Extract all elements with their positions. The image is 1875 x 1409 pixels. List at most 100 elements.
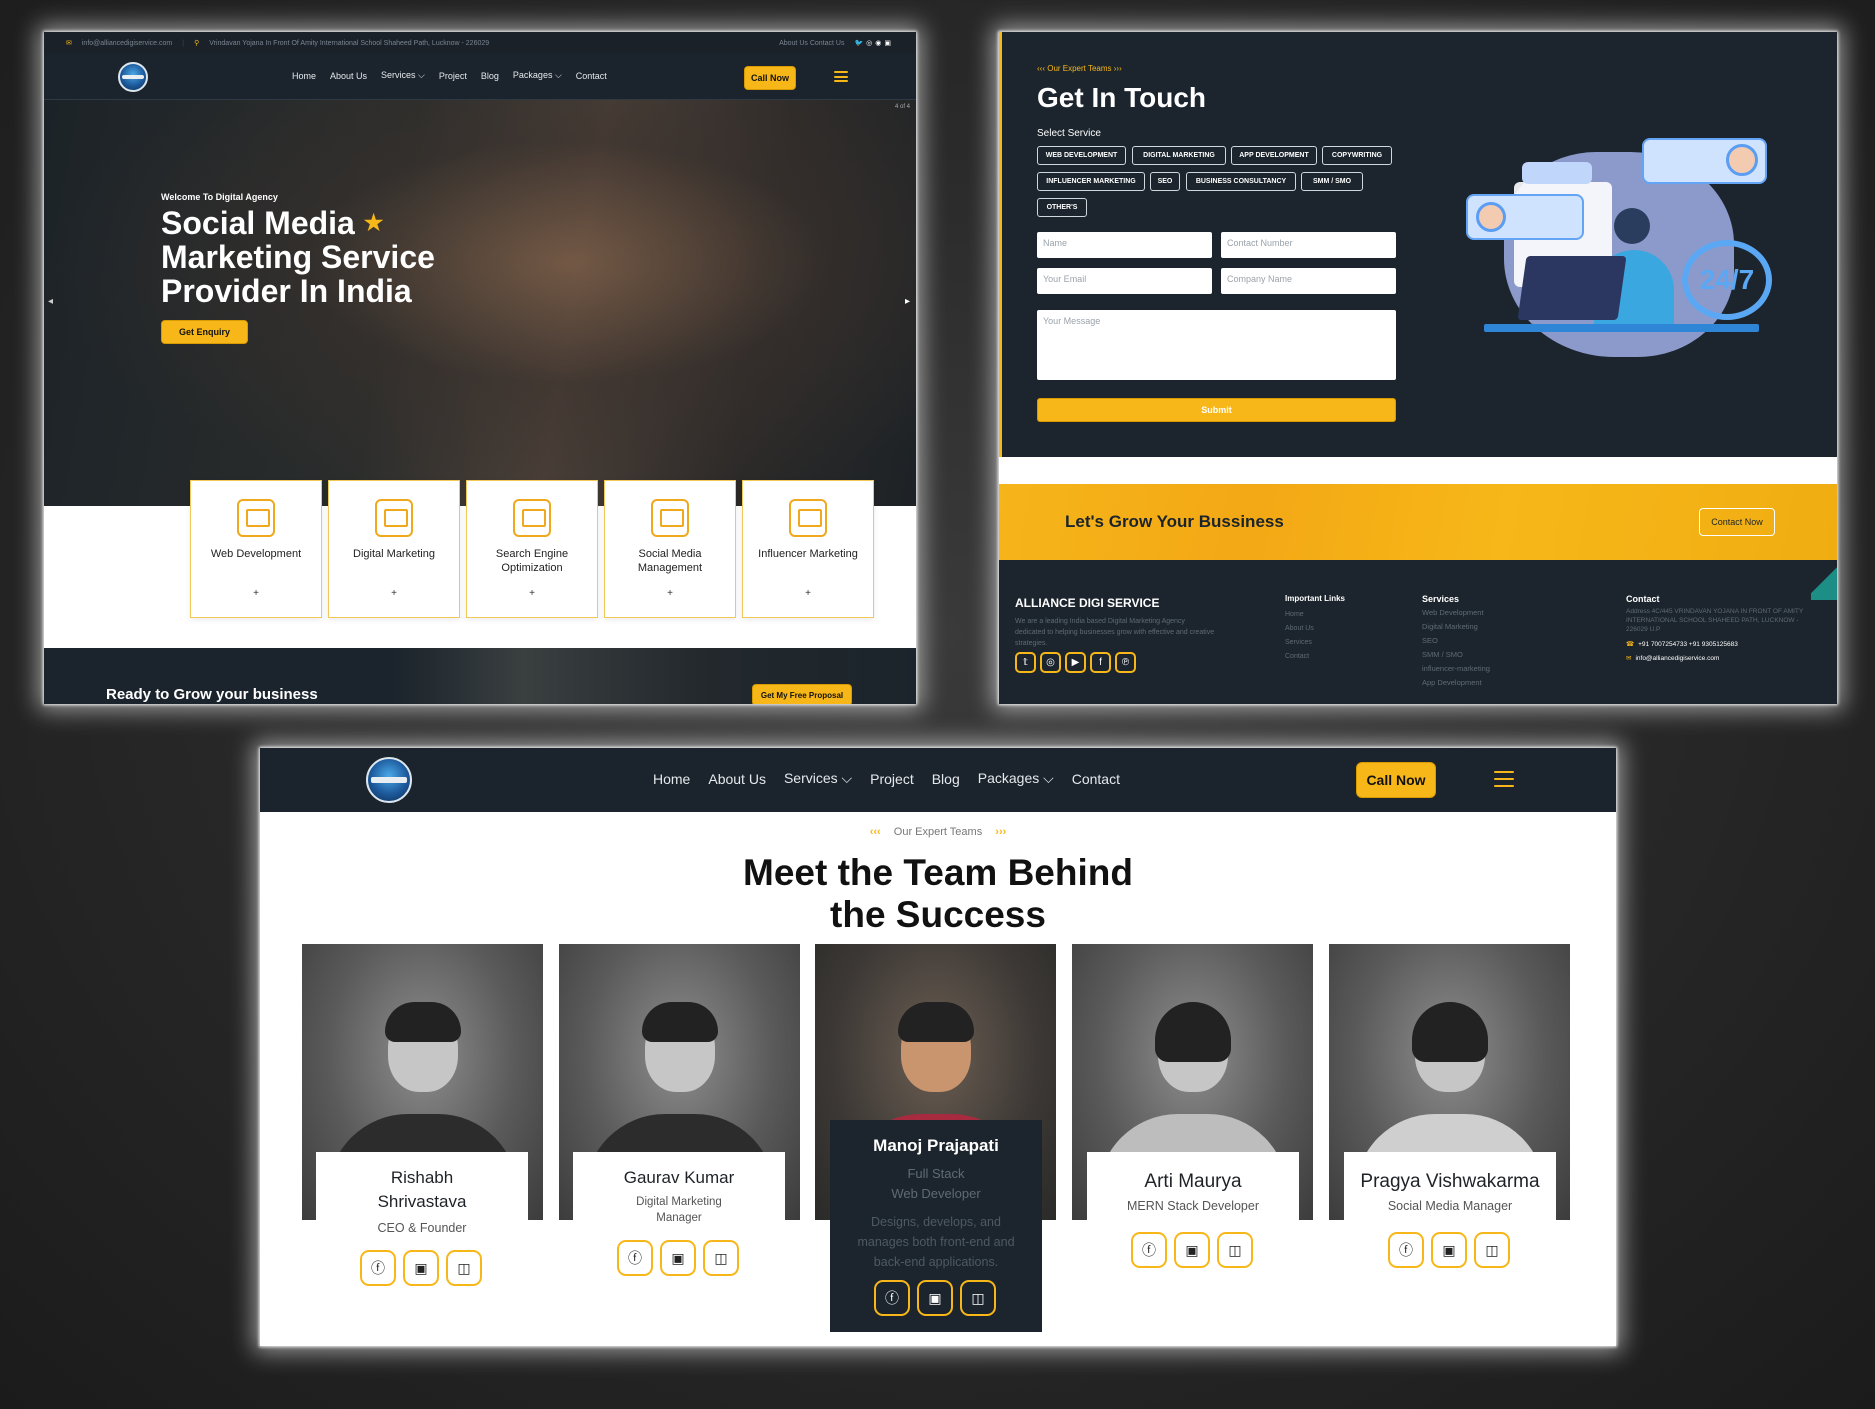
nav-blog[interactable]: Blog — [481, 71, 499, 81]
topbar-email[interactable]: info@alliancedigiservice.com — [82, 40, 172, 47]
slider-prev-arrow-icon[interactable]: ◂ — [48, 296, 53, 307]
ready-banner: Ready to Grow your business Get My Free … — [44, 648, 916, 704]
nav-about[interactable]: About Us — [708, 771, 766, 787]
service-card-social[interactable]: Social Media Management + — [604, 480, 736, 618]
footer-link-home[interactable]: Home — [1285, 608, 1314, 622]
contact-number-field[interactable]: Contact Number — [1221, 232, 1396, 258]
topbar-links[interactable]: About Us Contact Us — [779, 40, 844, 47]
footer-service-link[interactable]: Web Development — [1422, 606, 1490, 620]
main-navbar: Home About Us Services ⌵ Project Blog Pa… — [44, 54, 916, 100]
plus-icon[interactable]: + — [667, 588, 673, 599]
submit-button[interactable]: Submit — [1037, 398, 1396, 422]
ready-text: Ready to Grow your business — [106, 686, 318, 703]
service-card-digital[interactable]: Digital Marketing + — [328, 480, 460, 618]
service-title: Web Development — [210, 548, 302, 560]
chip-seo[interactable]: SEO — [1150, 172, 1180, 191]
social-row: ⓕ ▣ ◫ — [1131, 1232, 1253, 1268]
nav-services[interactable]: Services ⌵ — [784, 770, 852, 787]
nav-about[interactable]: About Us — [330, 71, 367, 81]
footer-link-contact[interactable]: Contact — [1285, 650, 1314, 664]
slider-next-arrow-icon[interactable]: ▸ — [905, 296, 910, 307]
footer-service-link[interactable]: Digital Marketing — [1422, 620, 1490, 634]
plus-icon[interactable]: + — [391, 588, 397, 599]
footer-link-services[interactable]: Services — [1285, 636, 1314, 650]
topbar-social-icons[interactable]: 🐦◎◉▣ — [854, 39, 894, 47]
free-proposal-button[interactable]: Get My Free Proposal — [752, 684, 852, 704]
service-card-influencer[interactable]: Influencer Marketing + — [742, 480, 874, 618]
member-role: Full Stack — [907, 1166, 965, 1181]
nav-home[interactable]: Home — [292, 71, 316, 81]
phone-icon: ☎ — [1626, 641, 1635, 648]
facebook-icon[interactable]: ⓕ — [874, 1280, 910, 1316]
service-card-seo[interactable]: Search Engine Optimization + — [466, 480, 598, 618]
nav-blog[interactable]: Blog — [932, 771, 960, 787]
footer-service-link[interactable]: influencer-marketing — [1422, 662, 1490, 676]
grow-banner: Let's Grow Your Bussiness Contact Now — [999, 484, 1837, 560]
nav-contact[interactable]: Contact — [576, 71, 607, 81]
facebook-icon[interactable]: ⓕ — [1131, 1232, 1167, 1268]
nav-services[interactable]: Services ⌵ — [381, 70, 425, 81]
nav-packages[interactable]: Packages ⌵ — [513, 70, 562, 81]
nav-project[interactable]: Project — [439, 71, 467, 81]
nav-home[interactable]: Home — [653, 771, 690, 787]
footer-service-link[interactable]: App Development — [1422, 676, 1490, 690]
footer-phone[interactable]: +91 7007254733 +91 9305125683 — [1638, 641, 1738, 648]
contact-screenshot: ‹‹‹ Our Expert Teams ››› Get In Touch Se… — [999, 32, 1837, 704]
twitter-icon[interactable]: 𝕥 — [1015, 652, 1036, 673]
social-media-icon — [651, 499, 689, 537]
chip-app-development[interactable]: APP DEVELOPMENT — [1231, 146, 1317, 165]
twitter-icon[interactable]: ▣ — [660, 1240, 696, 1276]
twitter-icon[interactable]: ▣ — [917, 1280, 953, 1316]
plus-icon[interactable]: + — [805, 588, 811, 599]
facebook-icon[interactable]: ⓕ — [617, 1240, 653, 1276]
name-field[interactable]: Name — [1037, 232, 1212, 258]
get-enquiry-button[interactable]: Get Enquiry — [161, 320, 248, 344]
menu-burger-icon[interactable] — [1494, 771, 1514, 787]
instagram-icon[interactable]: ◫ — [960, 1280, 996, 1316]
nav-contact[interactable]: Contact — [1072, 771, 1120, 787]
call-now-button[interactable]: Call Now — [1356, 762, 1436, 798]
twitter-icon[interactable]: ▣ — [1174, 1232, 1210, 1268]
instagram-icon[interactable]: ◫ — [1217, 1232, 1253, 1268]
chip-influencer-marketing[interactable]: INFLUENCER MARKETING — [1037, 172, 1145, 191]
facebook-icon[interactable]: ⓕ — [360, 1250, 396, 1286]
menu-burger-icon[interactable] — [834, 71, 848, 82]
plus-icon[interactable]: + — [253, 588, 259, 599]
contact-now-button[interactable]: Contact Now — [1699, 508, 1775, 536]
instagram-icon[interactable]: ◫ — [1474, 1232, 1510, 1268]
footer-about: We are a leading India based Digital Mar… — [1015, 618, 1215, 647]
chip-smm-smo[interactable]: SMM / SMO — [1301, 172, 1363, 191]
facebook-icon[interactable]: f — [1090, 652, 1111, 673]
chip-others[interactable]: OTHER'S — [1037, 198, 1087, 217]
nav-packages[interactable]: Packages ⌵ — [978, 770, 1054, 787]
instagram-icon[interactable]: ◫ — [703, 1240, 739, 1276]
message-field[interactable]: Your Message — [1037, 310, 1396, 380]
mail-icon: ✉ — [66, 40, 72, 47]
eyebrow-left-arrows: ‹‹‹ — [869, 826, 881, 838]
service-card-web[interactable]: Web Development + — [190, 480, 322, 618]
chip-digital-marketing[interactable]: DIGITAL MARKETING — [1132, 146, 1226, 165]
twitter-icon[interactable]: ▣ — [1431, 1232, 1467, 1268]
email-field[interactable]: Your Email — [1037, 268, 1212, 294]
footer-services: Web Development Digital Marketing SEO SM… — [1422, 606, 1490, 690]
footer-email[interactable]: info@alliancedigiservice.com — [1635, 655, 1719, 662]
site-logo[interactable] — [118, 62, 148, 92]
chip-business-consultancy[interactable]: BUSINESS CONSULTANCY — [1186, 172, 1296, 191]
instagram-icon[interactable]: ◎ — [1040, 652, 1061, 673]
chip-web-development[interactable]: WEB DEVELOPMENT — [1037, 146, 1126, 165]
nav-project[interactable]: Project — [870, 771, 914, 787]
call-now-button[interactable]: Call Now — [744, 66, 796, 90]
plus-icon[interactable]: + — [529, 588, 535, 599]
footer-service-link[interactable]: SEO — [1422, 634, 1490, 648]
chip-copywriting[interactable]: COPYWRITING — [1322, 146, 1392, 165]
mail-icon: ✉ — [1626, 655, 1632, 662]
instagram-icon[interactable]: ◫ — [446, 1250, 482, 1286]
company-name-field[interactable]: Company Name — [1221, 268, 1396, 294]
footer-service-link[interactable]: SMM / SMO — [1422, 648, 1490, 662]
site-logo[interactable] — [366, 757, 412, 803]
youtube-icon[interactable]: ▶ — [1065, 652, 1086, 673]
footer-link-about[interactable]: About Us — [1285, 622, 1314, 636]
facebook-icon[interactable]: ⓕ — [1388, 1232, 1424, 1268]
twitter-icon[interactable]: ▣ — [403, 1250, 439, 1286]
pinterest-icon[interactable]: ℗ — [1115, 652, 1136, 673]
